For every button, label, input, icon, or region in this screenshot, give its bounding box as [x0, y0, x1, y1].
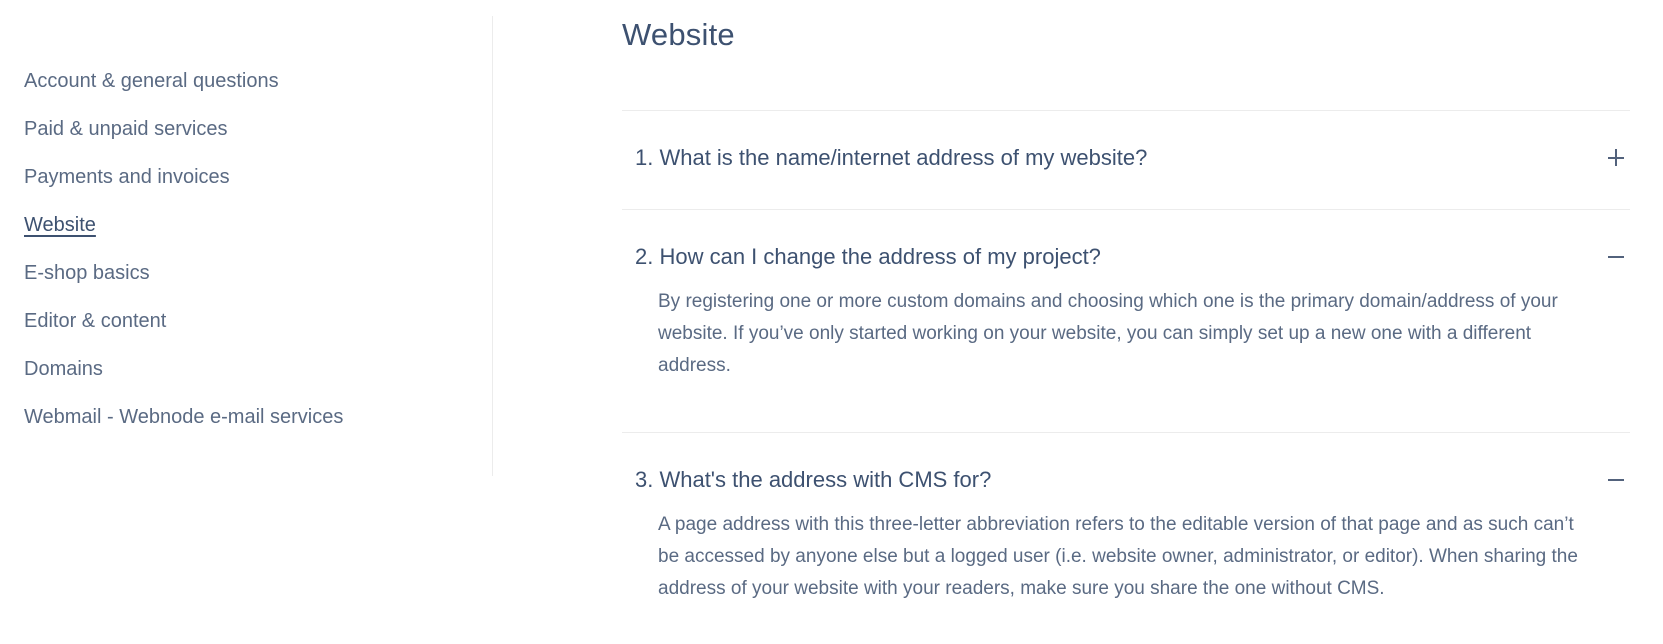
sidebar-item-account-general[interactable]: Account & general questions — [24, 66, 343, 114]
faq-divider — [622, 110, 1630, 111]
sidebar-item-paid-unpaid-services[interactable]: Paid & unpaid services — [24, 114, 343, 162]
sidebar-nav: Account & general questions Paid & unpai… — [0, 0, 492, 480]
minus-icon[interactable] — [1607, 460, 1625, 500]
page-title: Website — [622, 17, 735, 52]
faq-divider — [622, 209, 1630, 210]
faq-question-3[interactable]: 3. What's the address with CMS for? — [635, 460, 1625, 500]
sidebar-item-editor-content[interactable]: Editor & content — [24, 306, 343, 354]
plus-icon[interactable] — [1607, 138, 1625, 178]
faq-answer-2: By registering one or more custom domain… — [658, 291, 1558, 376]
sidebar-list: Account & general questions Paid & unpai… — [24, 66, 343, 450]
faq-question-2[interactable]: 2. How can I change the address of my pr… — [635, 237, 1625, 277]
sidebar-item-webmail[interactable]: Webmail - Webnode e-mail services — [24, 402, 343, 450]
sidebar-item-eshop-basics[interactable]: E-shop basics — [24, 258, 343, 306]
sidebar-item-website[interactable]: Website — [24, 210, 343, 258]
faq-question-text: 1. What is the name/internet address of … — [635, 145, 1148, 170]
faq-answer-3: A page address with this three-letter ab… — [658, 514, 1578, 599]
faq-question-text: 3. What's the address with CMS for? — [635, 467, 992, 492]
faq-divider — [622, 432, 1630, 433]
sidebar-divider — [492, 16, 493, 476]
minus-icon-bar — [1608, 256, 1624, 258]
faq-question-1[interactable]: 1. What is the name/internet address of … — [635, 138, 1625, 178]
sidebar-item-domains[interactable]: Domains — [24, 354, 343, 402]
minus-icon[interactable] — [1607, 237, 1625, 277]
faq-question-text: 2. How can I change the address of my pr… — [635, 244, 1101, 269]
plus-icon-vertical — [1615, 149, 1617, 166]
minus-icon-bar — [1608, 479, 1624, 481]
sidebar-item-payments-invoices[interactable]: Payments and invoices — [24, 162, 343, 210]
